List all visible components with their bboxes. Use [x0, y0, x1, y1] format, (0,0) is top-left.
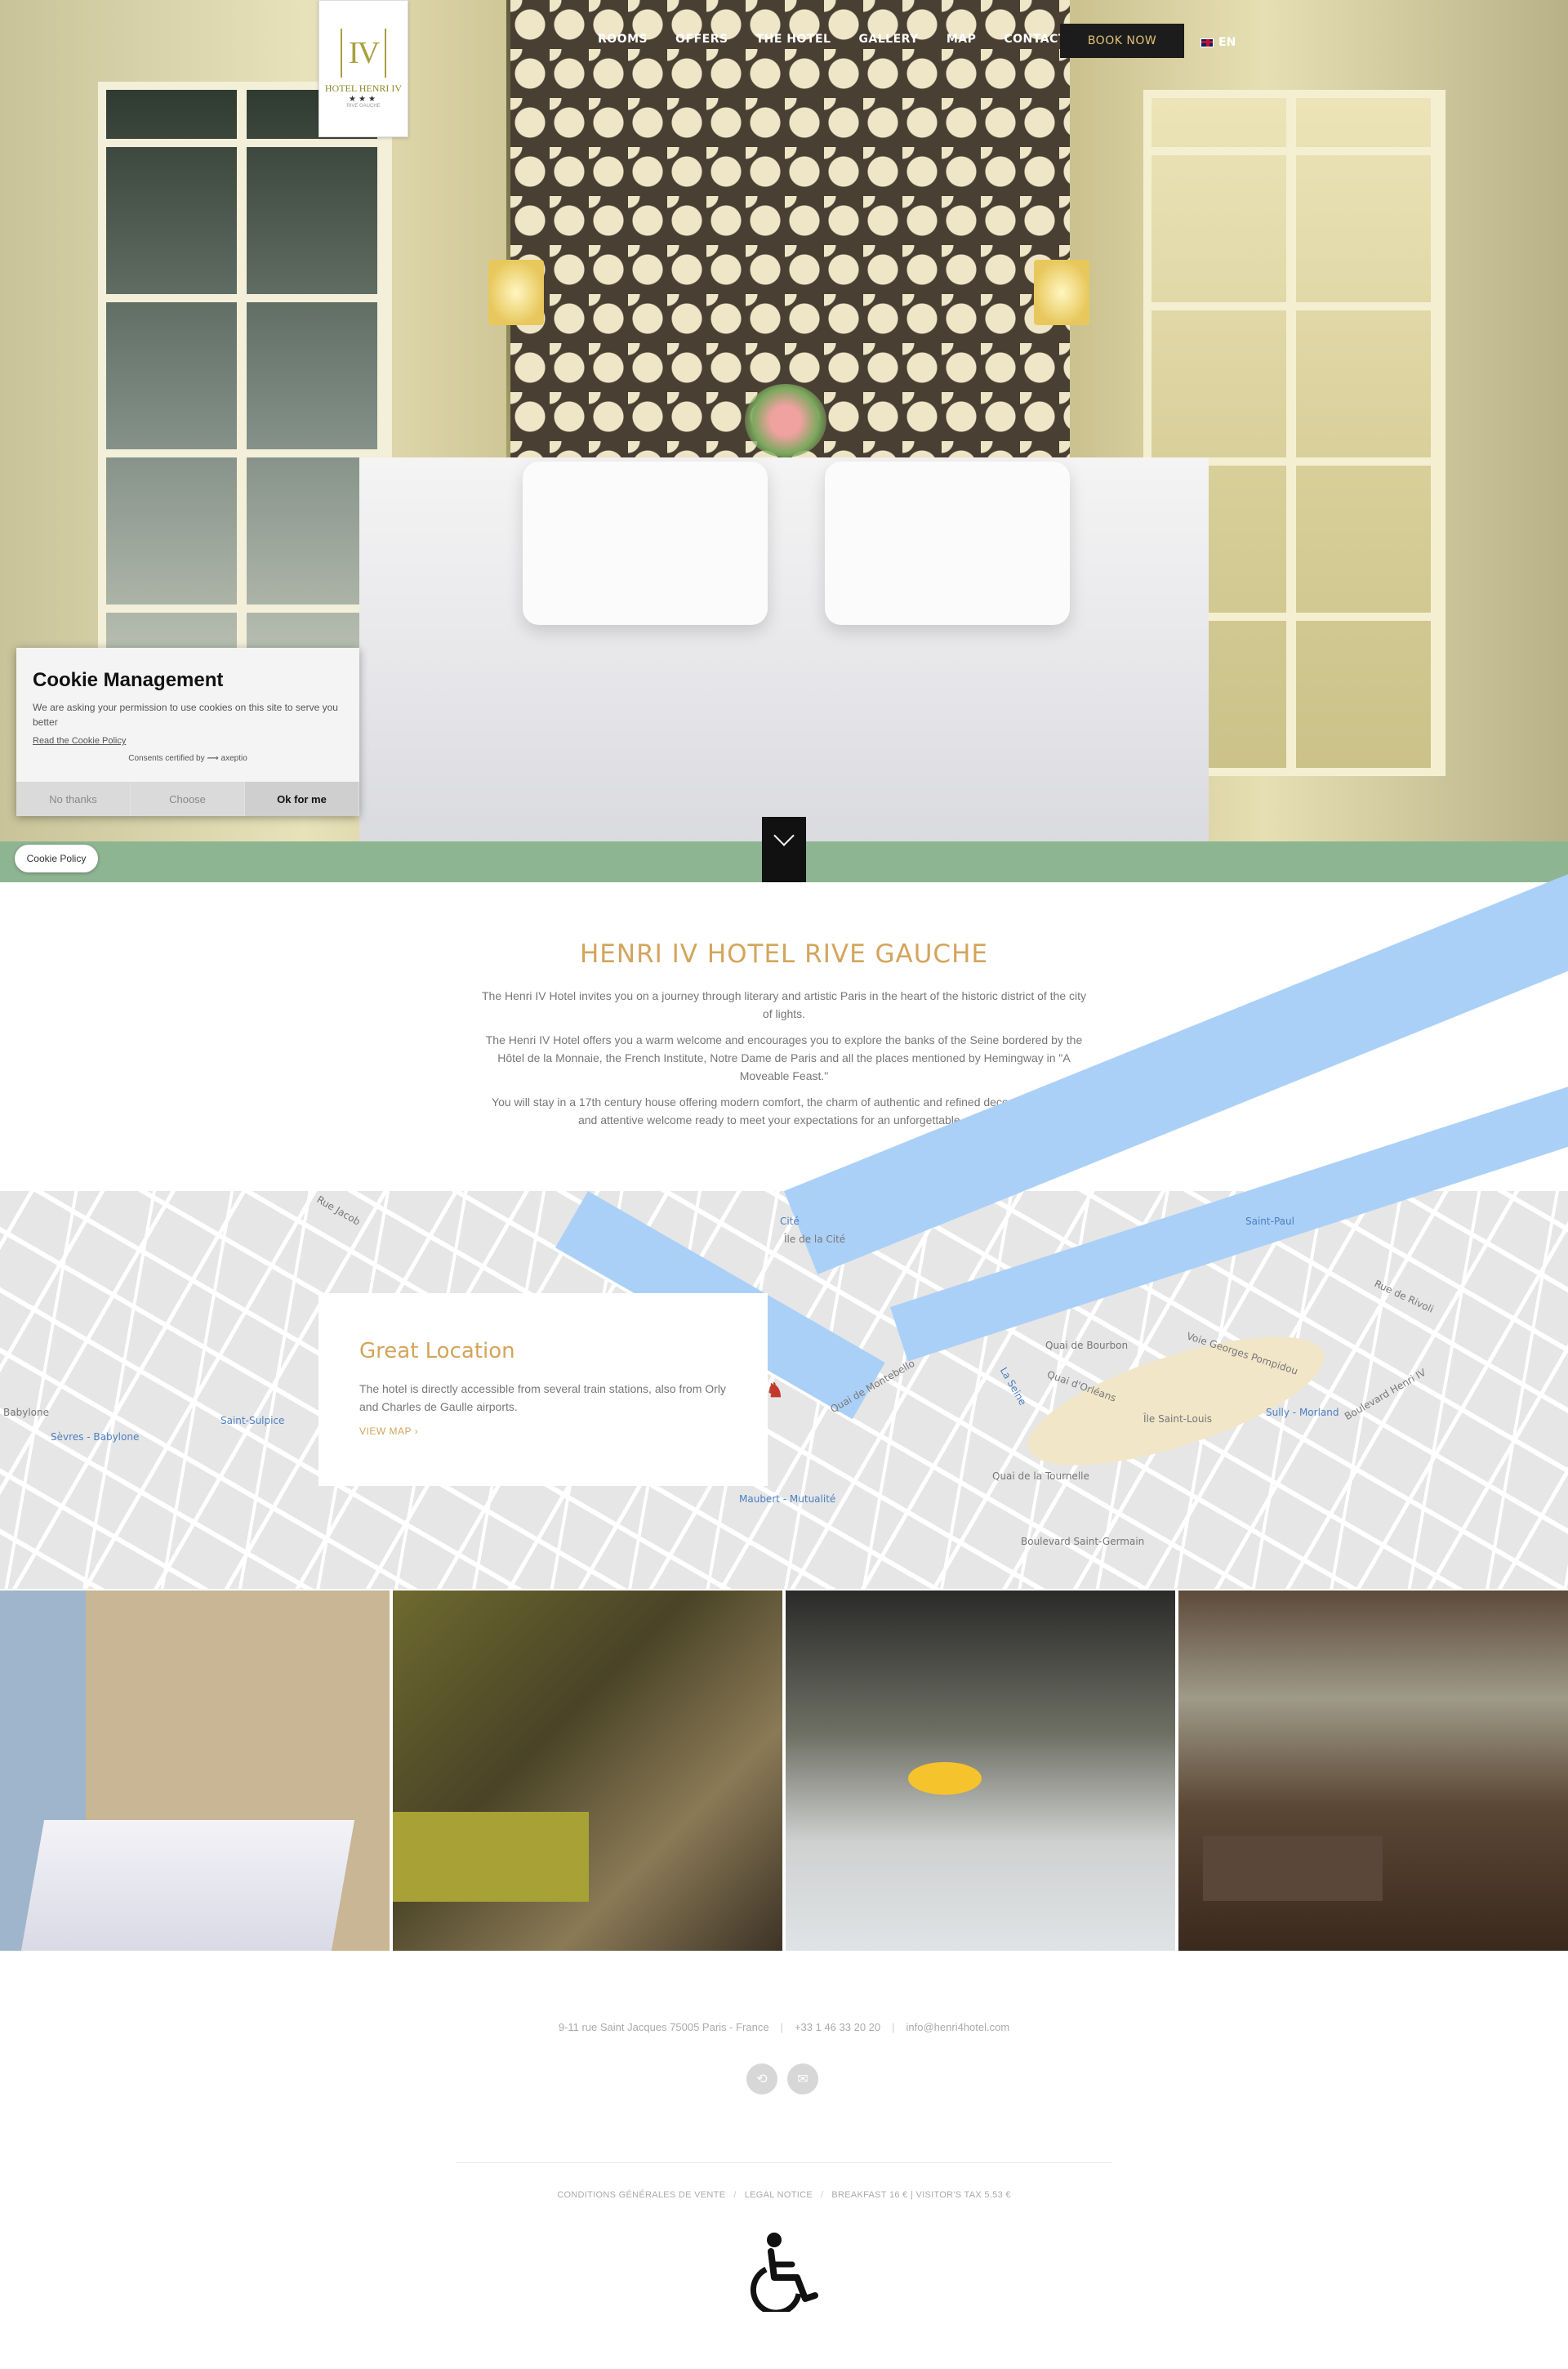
map-label: Quai de la Tournelle: [992, 1470, 1089, 1482]
footer-link-cgv[interactable]: CONDITIONS GÉNÉRALES DE VENTE: [557, 2190, 725, 2200]
cookie-policy-pill[interactable]: Cookie Policy: [15, 845, 98, 872]
footer-email[interactable]: info@henri4hotel.com: [906, 2021, 1010, 2033]
uk-flag-icon: [1200, 38, 1214, 47]
map-label: Saint-Paul: [1245, 1216, 1294, 1227]
cookie-choose-button[interactable]: Choose: [131, 782, 245, 816]
separator: /: [820, 2190, 824, 2200]
map-label: Île de la Cité: [784, 1234, 846, 1245]
cookie-policy-link[interactable]: Read the Cookie Policy: [16, 729, 359, 746]
hero-pillow: [825, 462, 1070, 625]
footer-links: CONDITIONS GÉNÉRALES DE VENTE / LEGAL NOTI…: [0, 2190, 1568, 2200]
footer-divider: [456, 2162, 1112, 2163]
hero-flowers: [745, 384, 826, 457]
logo-mark: IV: [340, 29, 387, 78]
cookie-text: We are asking your permission to use coo…: [33, 702, 338, 728]
hotel-map-pin-icon[interactable]: ♞: [766, 1379, 784, 1402]
language-selector[interactable]: EN: [1200, 36, 1236, 49]
logo-stars: ★★★: [349, 95, 378, 104]
hero-pillow: [523, 462, 768, 625]
footer-link-legal[interactable]: LEGAL NOTICE: [745, 2190, 813, 2200]
wheelchair-accessibility-icon: [750, 2233, 818, 2312]
map-label: Boulevard Saint-Germain: [1021, 1536, 1145, 1547]
gallery-photo-lounge[interactable]: [393, 1590, 782, 1951]
footer-contact: 9-11 rue Saint Jacques 75005 Paris - Fra…: [0, 2021, 1568, 2033]
map-label: Sèvres - Babylone: [51, 1431, 140, 1443]
map-label: Saint-Sulpice: [220, 1415, 285, 1426]
nav-item-the-hotel[interactable]: THE HOTEL: [756, 33, 831, 46]
logo-name: HOTEL HENRI IV: [324, 83, 403, 94]
location-map[interactable]: [0, 1191, 1568, 1589]
footer-link-breakfast: BREAKFAST 16 € | VISITOR'S TAX 5.53 €: [831, 2190, 1011, 2200]
chevron-down-icon: [773, 825, 795, 846]
scroll-down-button[interactable]: [762, 817, 806, 882]
gallery-photo-bedroom[interactable]: [0, 1590, 390, 1951]
map-label: Babylone: [3, 1407, 49, 1418]
separator: |: [892, 2021, 895, 2033]
map-label: Quai de Bourbon: [1045, 1340, 1129, 1351]
intro-paragraph: The Henri IV Hotel invites you on a jour…: [482, 989, 1087, 1020]
separator: |: [780, 2021, 783, 2033]
view-map-link[interactable]: VIEW MAP ›: [359, 1425, 727, 1437]
gallery-photo-breakfast[interactable]: [786, 1590, 1175, 1951]
nav-item-gallery[interactable]: GALLERY: [858, 33, 918, 46]
main-nav: ROOMS OFFERS THE HOTEL GALLERY MAP CONTA…: [598, 33, 1094, 46]
nav-item-map[interactable]: MAP: [947, 33, 977, 46]
social-links: ⟲ ✉: [746, 2063, 818, 2095]
cookie-ok-button[interactable]: Ok for me: [245, 782, 359, 816]
location-card: Great Location The hotel is directly acc…: [318, 1293, 768, 1486]
logo-subtitle: RIVE GAUCHE: [346, 104, 381, 109]
photo-gallery: [0, 1590, 1568, 1951]
intro-title: HENRI IV HOTEL RIVE GAUCHE: [580, 939, 988, 969]
cookie-certified: Consents certified by ⟿ axeptio: [128, 754, 247, 763]
intro-paragraph: The Henri IV Hotel offers you a warm wel…: [485, 1033, 1083, 1082]
share-icon[interactable]: ⟲: [746, 2063, 777, 2095]
map-label: Sully - Morland: [1266, 1407, 1339, 1418]
map-label: Maubert - Mutualité: [739, 1493, 836, 1505]
gallery-photo-library[interactable]: [1178, 1590, 1568, 1951]
nav-item-contact[interactable]: CONTACT: [1004, 33, 1067, 46]
hotel-logo[interactable]: IV HOTEL HENRI IV ★★★ RIVE GAUCHE: [318, 0, 408, 137]
book-now-button[interactable]: BOOK NOW: [1060, 24, 1184, 58]
cookie-banner: Cookie Management We are asking your per…: [16, 648, 359, 816]
cookie-buttons: No thanks Choose Ok for me: [16, 782, 359, 816]
location-card-text: The hotel is directly accessible from se…: [359, 1382, 726, 1413]
cookie-title: Cookie Management: [33, 669, 224, 691]
mail-icon[interactable]: ✉: [787, 2063, 818, 2095]
separator: /: [733, 2190, 737, 2200]
cookie-no-thanks-button[interactable]: No thanks: [16, 782, 131, 816]
nav-item-rooms[interactable]: ROOMS: [598, 33, 648, 46]
location-card-title: Great Location: [359, 1339, 515, 1363]
language-label: EN: [1218, 36, 1236, 49]
map-label: Île Saint-Louis: [1143, 1413, 1213, 1425]
hero-lamp-right: [1034, 260, 1089, 325]
map-label: Cité: [780, 1216, 800, 1227]
footer-phone[interactable]: +33 1 46 33 20 20: [795, 2021, 880, 2033]
footer-address: 9-11 rue Saint Jacques 75005 Paris - Fra…: [558, 2021, 769, 2033]
hero-lamp-left: [488, 260, 544, 325]
nav-item-offers[interactable]: OFFERS: [675, 33, 728, 46]
